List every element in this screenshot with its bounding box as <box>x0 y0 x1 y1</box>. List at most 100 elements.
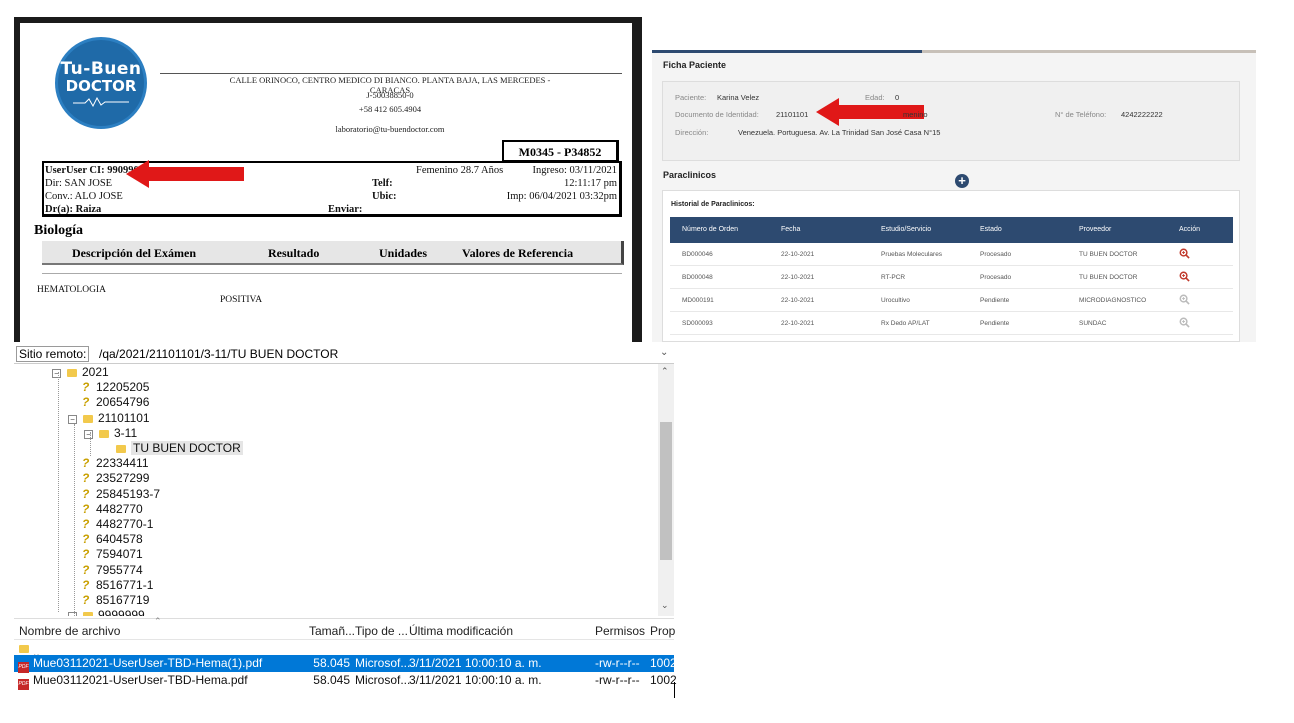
lab-report-window: Tu-Buen DOCTOR CALLE ORINOCO, CENTRO MED… <box>14 17 642 342</box>
table-row: MD000191 22-10-2021 Urocultivo Pendiente MIC… <box>670 289 1233 312</box>
scroll-down-icon[interactable]: ⌄ <box>661 600 669 611</box>
tree-item-unknown[interactable]: ? 4482770 <box>82 502 143 517</box>
patient-conv: Conv.: ALO JOSE <box>45 191 123 202</box>
tree-item-unknown[interactable]: ? 20654796 <box>82 395 149 410</box>
results-table-header: Descripción del Exámen Resultado Unidade… <box>42 241 624 265</box>
filezilla-remote-pane: Sitio remoto: /qa/2021/21101101/3-11/TU … <box>14 344 677 704</box>
col-owner[interactable]: Prop <box>650 624 675 638</box>
file-row[interactable]: PDF Mue03112021-UserUser-TBD-Hema.pdf 58.0… <box>14 672 677 690</box>
unknown-folder-icon: ? <box>82 593 90 607</box>
tree-item-folder[interactable]: −9999999 <box>68 608 145 616</box>
view-result-icon[interactable] <box>1179 317 1190 328</box>
tree-item-unknown[interactable]: ? 6404578 <box>82 532 143 547</box>
tree-item-folder[interactable]: −2021 <box>52 365 109 380</box>
unknown-folder-icon: ? <box>82 471 90 486</box>
red-arrow-annotation <box>126 160 244 188</box>
tu-buen-doctor-logo: Tu-Buen DOCTOR <box>55 37 147 129</box>
col-modified[interactable]: Última modificación <box>409 624 513 638</box>
header-rule <box>160 73 622 74</box>
text-cursor <box>674 682 675 698</box>
unknown-folder-icon: ? <box>82 532 90 547</box>
doctor-name: Dr(a): Raiza <box>45 204 102 215</box>
patient-dir: Dir: SAN JOSE <box>45 178 113 189</box>
file-row[interactable]: PDF Mue03112021-UserUser-TBD-Hema(1).pdf 5… <box>14 655 677 673</box>
lab-report-page: Tu-Buen DOCTOR CALLE ORINOCO, CENTRO MED… <box>20 23 632 342</box>
tree-item-unknown[interactable]: ? 22334411 <box>82 456 149 471</box>
tree-item-unknown[interactable]: ? 12205205 <box>82 380 149 395</box>
section-title: Biología <box>34 223 84 238</box>
tree-item-unknown[interactable]: ? 85167719 <box>82 593 149 608</box>
historial-card: Historial de Paraclinicos: Número de Ord… <box>662 190 1240 342</box>
result-value: POSITIVA <box>220 295 263 305</box>
collapse-icon[interactable]: − <box>84 429 93 439</box>
tree-item-unknown[interactable]: ? 25845193-7 <box>82 487 160 502</box>
unknown-folder-icon: ? <box>82 577 90 592</box>
patient-sex: menino <box>903 110 928 119</box>
patient-phone: 4242222222 <box>1121 110 1163 119</box>
historial-title: Historial de Paraclinicos: <box>671 201 755 208</box>
paraclinicos-title: Paraclinicos <box>663 170 717 180</box>
historial-table-header: Número de Orden Fecha Estudio/Servicio E… <box>670 217 1233 243</box>
folder-icon <box>83 414 93 423</box>
file-list-header: Nombre de archivo ⌃ Tamañ... Tipo de ...… <box>14 616 675 640</box>
col-size[interactable]: Tamañ... <box>309 624 355 638</box>
order-code-box: M0345 - P34852 <box>502 140 619 162</box>
lab-phone: +58 412 605.4904 <box>358 104 422 114</box>
tree-item-unknown[interactable]: ? 8516771-1 <box>82 578 153 593</box>
tree-item-unknown[interactable]: ? 7594071 <box>82 547 143 562</box>
folder-icon <box>67 369 77 377</box>
unknown-folder-icon: ? <box>82 562 90 577</box>
patient-record-panel: Ficha Paciente Paciente: Karina Velez Ed… <box>652 50 1256 342</box>
patient-name: Karina Velez <box>717 93 760 102</box>
remote-path-input[interactable]: /qa/2021/21101101/3-11/TU BUEN DOCTOR <box>99 347 338 361</box>
patient-document: 21101101 <box>776 110 809 119</box>
remote-site-label: Sitio remoto: <box>16 346 90 362</box>
ingreso-date: Ingreso: 03/11/2021 <box>532 165 617 176</box>
unknown-folder-icon: ? <box>82 486 90 501</box>
ficha-title: Ficha Paciente <box>663 60 727 70</box>
tree-item-unknown[interactable]: ? 7955774 <box>82 563 143 578</box>
table-row: SD000093 22-10-2021 Rx Dedo AP/LAT Pendient… <box>670 312 1233 335</box>
view-result-icon[interactable] <box>1179 271 1190 282</box>
view-result-icon[interactable] <box>1179 294 1190 305</box>
chevron-down-icon[interactable]: ⌄ <box>660 347 668 358</box>
add-button[interactable]: + <box>955 174 969 188</box>
tree-item-folder[interactable]: −3-11 <box>84 426 137 441</box>
collapse-icon[interactable]: − <box>68 612 77 616</box>
table-row: BD000048 22-10-2021 RT-PCR Procesado TU BUEN… <box>670 266 1233 289</box>
unknown-folder-icon: ? <box>82 456 90 471</box>
unknown-folder-icon: ? <box>82 380 90 395</box>
heartbeat-icon <box>73 97 129 107</box>
patient-address: Venezuela. Portuguesa. Av. La Trinidad S… <box>738 128 941 137</box>
unknown-folder-icon: ? <box>82 547 90 562</box>
patient-age: 0 <box>895 93 900 102</box>
patient-info-card: Paciente: Karina Velez Edad: 0 Documento… <box>662 81 1240 188</box>
view-result-icon[interactable] <box>1179 248 1190 259</box>
sort-arrow-icon: ⌃ <box>154 616 162 626</box>
tree-item-folder[interactable]: TU BUEN DOCTOR <box>116 441 243 456</box>
tree-item-folder[interactable]: −21101101 <box>68 411 150 426</box>
unknown-folder-icon: ? <box>82 501 90 516</box>
collapse-icon[interactable]: − <box>68 414 77 424</box>
tree-item-unknown[interactable]: ? 23527299 <box>82 471 149 486</box>
ingreso-time: 12:11:17 pm <box>564 178 617 189</box>
print-date: Imp: 06/04/2021 03:32pm <box>506 191 617 202</box>
tree-item-unknown[interactable]: ? 4482770-1 <box>82 517 153 532</box>
unknown-folder-icon: ? <box>82 517 90 531</box>
col-name[interactable]: Nombre de archivo <box>19 624 120 638</box>
folder-icon <box>116 445 126 453</box>
collapse-icon[interactable]: − <box>52 369 61 378</box>
telf-label: Telf: <box>372 178 393 189</box>
remote-directory-tree: −2021? 12205205? 20654796−21101101−3-11 TU … <box>14 364 674 616</box>
remote-site-bar: Sitio remoto: /qa/2021/21101101/3-11/TU … <box>14 344 674 364</box>
folder-icon <box>19 645 29 653</box>
scrollbar-thumb[interactable] <box>660 422 672 560</box>
table-row: BD000046 22-10-2021 Pruebas Moleculares Pro… <box>670 243 1233 266</box>
tree-scrollbar[interactable]: ⌃ ⌄ <box>658 364 674 616</box>
col-perms[interactable]: Permisos <box>595 624 645 638</box>
scroll-up-icon[interactable]: ⌃ <box>661 366 669 377</box>
unknown-folder-icon: ? <box>82 395 90 410</box>
col-type[interactable]: Tipo de ... <box>355 624 408 638</box>
result-description: HEMATOLOGIA <box>37 285 106 295</box>
ubic-label: Ubic: <box>372 191 397 202</box>
